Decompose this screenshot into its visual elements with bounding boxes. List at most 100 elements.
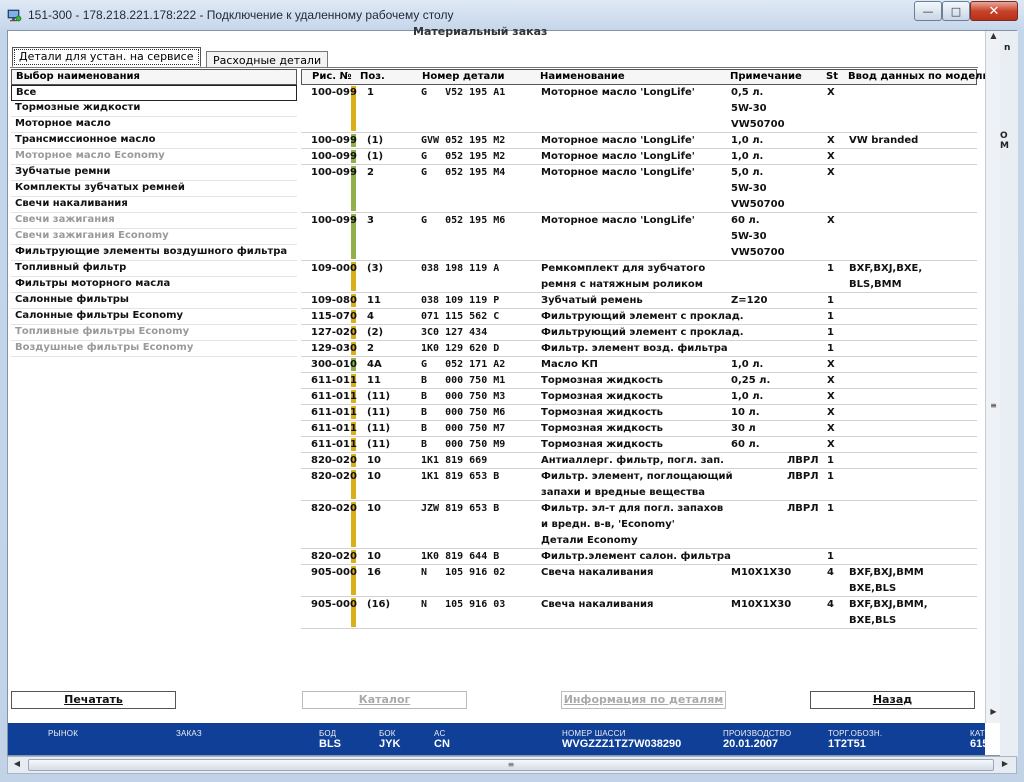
chassis-label: НОМЕР ШАССИ xyxy=(562,729,626,738)
table-row[interactable]: 129-030 2 1K0 129 620 D Фильтр. элемент воз… xyxy=(301,341,977,357)
tab-consumable-parts[interactable]: Расходные детали xyxy=(206,51,329,68)
list-item[interactable]: Трансмиссионное масло xyxy=(11,133,297,149)
col-fig: Рис. № xyxy=(312,71,352,82)
table-row[interactable]: 100-099 1 G V52 195 A1 Моторное масло 'Long… xyxy=(301,85,977,133)
maximize-button[interactable]: □ xyxy=(942,1,970,21)
cell-pos: 16 xyxy=(367,567,381,578)
list-item[interactable]: Топливные фильтры Economy xyxy=(11,325,297,341)
cell-st: X xyxy=(827,391,835,402)
parts-info-button[interactable]: Информация по деталям xyxy=(561,691,726,709)
cell-pos: (16) xyxy=(367,599,391,610)
production-value: 20.01.2007 xyxy=(723,738,779,750)
table-row[interactable]: 611-011 (11) B 000 750 M7 Тормозная жидкост… xyxy=(301,421,977,437)
cell-name: Фильтрующий элемент с проклад. xyxy=(541,311,744,322)
list-item[interactable]: Зубчатые ремни xyxy=(11,165,297,181)
ac-value: CN xyxy=(434,738,450,750)
col-note: Примечание xyxy=(730,71,802,82)
list-item[interactable]: Фильтры моторного масла xyxy=(11,277,297,293)
remote-session-area: Материальный заказ Детали для устан. на … xyxy=(7,25,1018,757)
list-item[interactable]: Салонные фильтры xyxy=(11,293,297,309)
close-button[interactable]: ✕ xyxy=(970,1,1018,21)
list-item[interactable]: Моторное масло xyxy=(11,117,297,133)
cell-model-data: BXE,BLS xyxy=(849,583,897,594)
list-item[interactable]: Все xyxy=(11,85,297,101)
table-row[interactable]: 100-099 (1) GVW 052 195 M2 Моторное масло '… xyxy=(301,133,977,149)
scroll-left-icon[interactable]: ◀ xyxy=(10,759,24,771)
cell-part-number: 1K0 819 644 B xyxy=(421,551,500,562)
table-row[interactable]: 115-070 4 071 115 562 C Фильтрующий элемент… xyxy=(301,309,977,325)
table-row[interactable]: 611-011 (11) B 000 750 M6 Тормозная жидкост… xyxy=(301,405,977,421)
trade-label: ТОРГ.ОБОЗН. xyxy=(828,729,883,738)
list-item[interactable]: Тормозные жидкости xyxy=(11,101,297,117)
cell-note: 5W-30 xyxy=(731,183,767,194)
table-row[interactable]: 820-020 10 JZW 819 653 B Фильтр. эл-т для п… xyxy=(301,501,977,549)
tab-service-parts[interactable]: Детали для устан. на сервисе xyxy=(12,47,201,67)
table-row[interactable]: 611-011 (11) B 000 750 M9 Тормозная жидкост… xyxy=(301,437,977,453)
scroll-down-icon[interactable]: ▶ xyxy=(987,707,1000,721)
parts-table: Рис. № Поз. Номер детали Наименование Пр… xyxy=(301,69,990,629)
list-item[interactable]: Фильтрующие элементы воздушного фильтра xyxy=(11,245,297,261)
table-row[interactable]: 611-011 (11) B 000 750 M3 Тормозная жидкост… xyxy=(301,389,977,405)
list-item[interactable]: Салонные фильтры Economy xyxy=(11,309,297,325)
cell-name: Моторное масло 'LongLife' xyxy=(541,215,695,226)
cell-pos: (11) xyxy=(367,391,391,402)
table-row[interactable]: 820-020 10 1K1 819 669 Антиаллерг. фильтр, … xyxy=(301,453,977,469)
cell-fig: 100-099 xyxy=(311,167,357,178)
table-row[interactable]: 127-020 (2) 3C0 127 434 Фильтрующий элемент… xyxy=(301,325,977,341)
market-label: РЫНОК xyxy=(48,729,79,738)
cell-part-number: B 000 750 M1 xyxy=(421,375,506,386)
list-items: Все Тормозные жидкости Моторное масло Транс… xyxy=(11,85,297,357)
cell-st: X xyxy=(827,375,835,386)
cell-model-data: BXF,BXJ,BMM, xyxy=(849,599,928,610)
vertical-scrollbar[interactable]: ▲ ≡ ▶ xyxy=(985,31,1000,723)
cell-st: 4 xyxy=(827,599,834,610)
table-body: 100-099 1 G V52 195 A1 Моторное масло 'Long… xyxy=(301,85,977,629)
back-button[interactable]: Назад xyxy=(810,691,975,709)
table-row[interactable]: 100-099 (1) G 052 195 M2 Моторное масло 'Lo… xyxy=(301,149,977,165)
list-item[interactable]: Свечи зажигания Economy xyxy=(11,229,297,245)
list-item[interactable]: Воздушные фильтры Economy xyxy=(11,341,297,357)
cell-part-number: 1K1 819 669 xyxy=(421,455,488,466)
cell-pos: (1) xyxy=(367,151,384,162)
cell-model-data: BXF,BXJ,BXE, xyxy=(849,263,923,274)
cell-note: 0,25 л. xyxy=(731,375,771,386)
production-label: ПРОИЗВОДСТВО xyxy=(723,729,792,738)
list-item[interactable]: Топливный фильтр xyxy=(11,261,297,277)
minimize-button[interactable]: — xyxy=(914,1,942,21)
scroll-thumb[interactable]: ≡ xyxy=(28,759,994,771)
cell-note: ЛВРЛ xyxy=(787,503,819,514)
cell-part-number: 1K0 129 620 D xyxy=(421,343,500,354)
table-row[interactable]: 905-000 (16) N 105 916 03 Свеча накаливания… xyxy=(301,597,977,629)
scroll-right-icon[interactable]: ▶ xyxy=(998,759,1012,771)
table-row[interactable]: 611-011 11 B 000 750 M1 Тормозная жидкость 0… xyxy=(301,373,977,389)
table-row[interactable]: 820-020 10 1K0 819 644 B Фильтр.элемент сал… xyxy=(301,549,977,565)
cell-st: X xyxy=(827,151,835,162)
table-row[interactable]: 100-099 3 G 052 195 M6 Моторное масло 'Long… xyxy=(301,213,977,261)
list-item[interactable]: Моторное масло Economy xyxy=(11,149,297,165)
table-row[interactable]: 820-020 10 1K1 819 653 B Фильтр. элемент, п… xyxy=(301,469,977,501)
horizontal-scrollbar[interactable]: ◀ ≡ ▶ xyxy=(7,756,1017,774)
scroll-up-icon[interactable]: ▲ xyxy=(987,31,1000,45)
list-item[interactable]: Свечи зажигания xyxy=(11,213,297,229)
print-button[interactable]: Печатать xyxy=(11,691,176,709)
cell-pos: 11 xyxy=(367,375,381,386)
table-row[interactable]: 100-099 2 G 052 195 M4 Моторное масло 'Long… xyxy=(301,165,977,213)
list-item[interactable]: Комплекты зубчатых ремней xyxy=(11,181,297,197)
cell-pos: (11) xyxy=(367,439,391,450)
list-item[interactable]: Свечи накаливания xyxy=(11,197,297,213)
cell-note: 5,0 л. xyxy=(731,167,764,178)
table-row[interactable]: 905-000 16 N 105 916 02 Свеча накаливания M1… xyxy=(301,565,977,597)
cell-st: 1 xyxy=(827,503,834,514)
table-row[interactable]: 300-010 4A G 052 171 A2 Масло КП 1,0 л. X xyxy=(301,357,977,373)
table-row[interactable]: 109-000 (3) 038 198 119 A Ремкомплект для з… xyxy=(301,261,977,293)
cell-pos: 10 xyxy=(367,503,381,514)
cell-name: Фильтрующий элемент с проклад. xyxy=(541,327,744,338)
catalog-button[interactable]: Каталог xyxy=(302,691,467,709)
fragment-text-2: O M xyxy=(1000,131,1009,151)
cell-fig: 129-030 xyxy=(311,343,357,354)
cell-fig: 611-011 xyxy=(311,391,357,402)
table-row[interactable]: 109-080 11 038 109 119 P Зубчатый ремень Z=1… xyxy=(301,293,977,309)
cell-st: X xyxy=(827,407,835,418)
cell-part-number: 038 198 119 A xyxy=(421,263,500,274)
cell-st: 1 xyxy=(827,551,834,562)
